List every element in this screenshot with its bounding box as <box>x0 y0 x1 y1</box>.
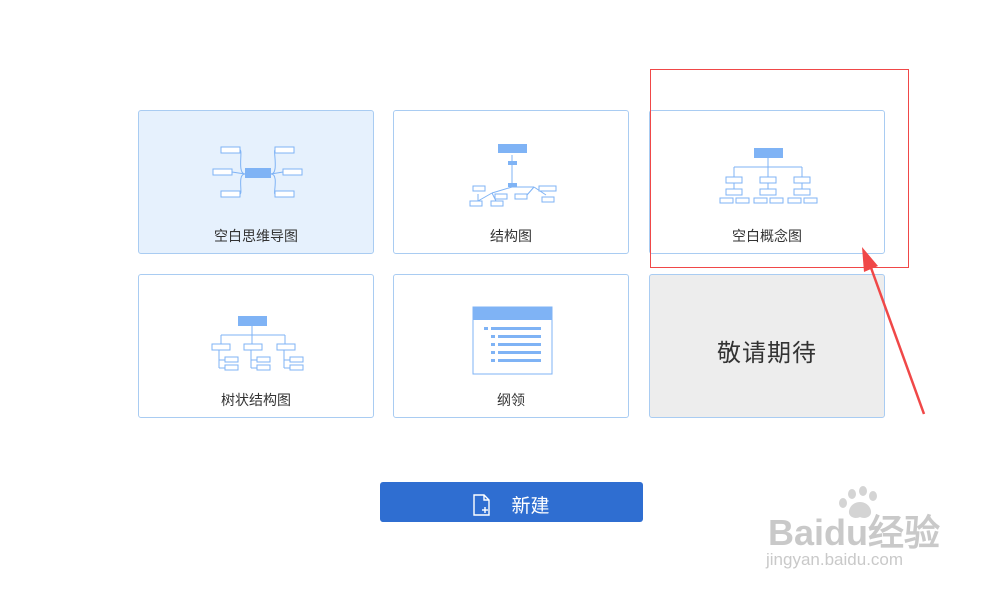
coming-soon-text: 敬请期待 <box>717 339 817 367</box>
template-label: 结构图 <box>490 229 532 245</box>
template-label: 树状结构图 <box>221 393 291 409</box>
template-card-structure[interactable]: 结构图 <box>393 110 629 254</box>
watermark-brand: Baidu经验 <box>768 512 941 553</box>
watermark-url: jingyan.baidu.com <box>766 550 904 569</box>
template-card-tree-structure[interactable]: 树状结构图 <box>138 274 374 418</box>
template-label: 纲领 <box>497 393 525 409</box>
baidu-watermark: Baidu经验 jingyan.baidu.com <box>760 486 960 576</box>
new-button-label: 新建 <box>511 495 550 517</box>
template-card-outline[interactable]: 纲领 <box>393 274 629 418</box>
new-button[interactable]: 新建 <box>380 482 643 522</box>
template-label: 空白概念图 <box>732 229 802 245</box>
new-file-icon <box>473 493 491 516</box>
template-card-blank-concept-map[interactable]: 空白概念图 <box>649 110 885 254</box>
template-card-blank-mindmap[interactable]: 空白思维导图 <box>138 110 374 254</box>
template-label: 空白思维导图 <box>214 229 298 245</box>
paw-logo-icon <box>839 486 877 518</box>
coming-soon-card: 敬请期待 <box>649 274 885 418</box>
